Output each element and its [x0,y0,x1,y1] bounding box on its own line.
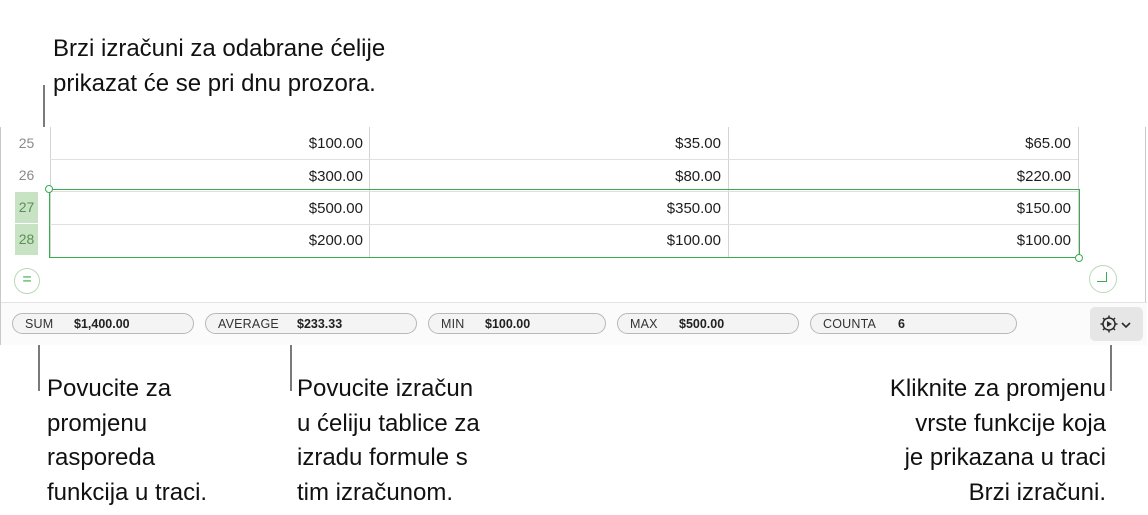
selection-handle-bottom-right[interactable] [1075,254,1083,262]
drag-bar-leader [38,339,40,391]
quick-calc-function: MIN [441,317,465,331]
table-cell[interactable]: $65.00 [729,127,1071,159]
table-cell[interactable]: $35.00 [370,127,721,159]
drag-bar-callout: Povucite za promjenu rasporeda funkcija … [47,375,208,506]
row-header-25[interactable]: 25 [15,128,38,159]
click-change-leader [1110,343,1112,391]
quick-calc-value: $500.00 [679,317,725,331]
table-cell[interactable]: $80.00 [370,160,721,192]
click-change-callout: Kliknite za promjenu vrste funkcije koja… [889,375,1106,506]
drag-cell-callout: Povucite izračun u ćeliju tablice za izr… [297,375,480,506]
top-callout: Brzi izračuni za odabrane ćelije prikaza… [53,35,386,97]
gear-icon [1100,315,1118,333]
row-header-27[interactable]: 27 [15,192,38,223]
selection-handle-top-left[interactable] [45,185,53,193]
quick-calc-function: SUM [25,317,54,331]
drag-cell-leader [290,339,292,391]
quick-calc-value: $1,400.00 [74,317,130,331]
quick-calc-function: MAX [630,317,658,331]
table-cell[interactable]: $300.00 [51,160,363,192]
row-header-28[interactable]: 28 [15,224,38,255]
quick-calc-value: $233.33 [297,317,343,331]
table-cell[interactable]: $100.00 [51,127,363,159]
quick-calc-sum[interactable]: SUM $1,400.00 [12,313,194,334]
table-cell[interactable]: $220.00 [729,160,1071,192]
quick-calc-value: $100.00 [485,317,531,331]
quick-calc-average[interactable]: AVERAGE $233.33 [205,313,417,334]
chevron-down-icon [1121,322,1131,329]
row-header-26[interactable]: 26 [15,160,38,191]
quick-calc-min[interactable]: MIN $100.00 [428,313,606,334]
spreadsheet-window: 25 26 27 28 $100.00 $35.00 $65.00 $300.0… [0,127,1147,345]
cell-selection [49,189,1080,258]
quick-calc-counta[interactable]: COUNTA 6 [810,313,1017,334]
quick-calc-value: 6 [898,317,905,331]
quick-calc-function: AVERAGE [218,317,279,331]
corner-resize-icon[interactable] [1089,265,1117,293]
quick-calc-function: COUNTA [823,317,877,331]
equals-icon[interactable]: = [14,268,40,294]
quick-calc-settings-button[interactable] [1090,307,1143,341]
quick-calc-max[interactable]: MAX $500.00 [617,313,799,334]
